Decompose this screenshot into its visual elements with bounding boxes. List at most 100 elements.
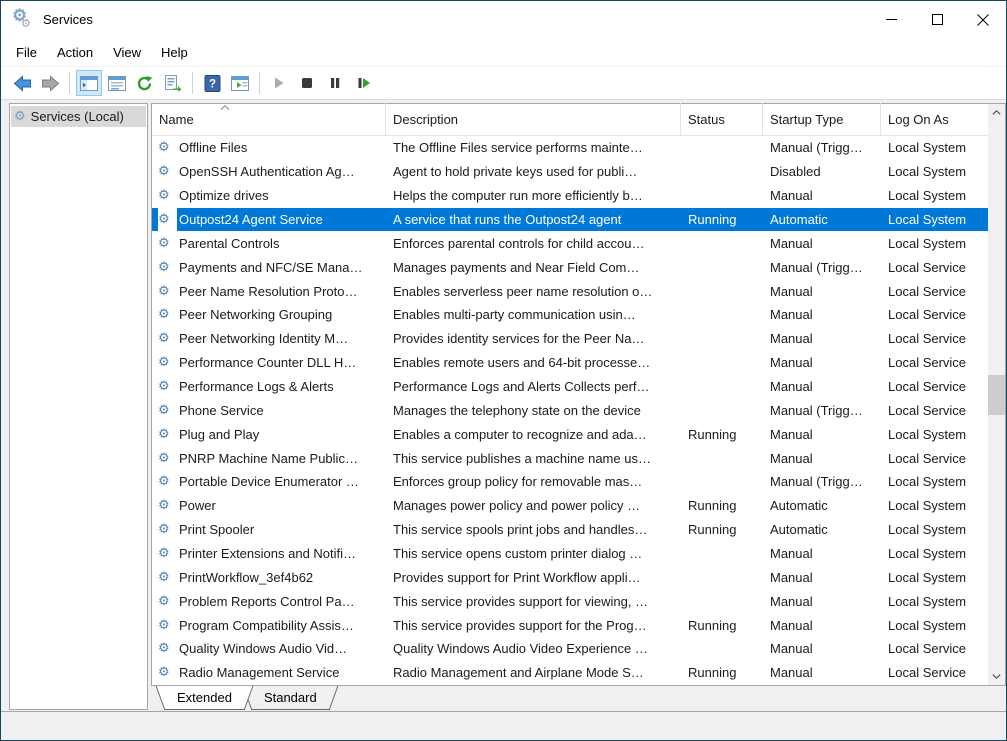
- table-row[interactable]: ⚙ Printer Extensions and Notifi… This se…: [152, 542, 988, 566]
- column-header-name[interactable]: Name: [152, 103, 386, 135]
- service-startup-type: Manual: [763, 637, 881, 661]
- stop-service-button[interactable]: [294, 70, 320, 96]
- service-log-on-as: Local Service: [881, 279, 988, 303]
- chevron-up-icon: [992, 110, 1001, 115]
- table-row[interactable]: ⚙ Peer Networking Grouping Enables multi…: [152, 303, 988, 327]
- start-service-button[interactable]: [266, 70, 292, 96]
- table-row[interactable]: ⚙ Portable Device Enumerator … Enforces …: [152, 470, 988, 494]
- minimize-button[interactable]: [868, 1, 914, 38]
- service-startup-type: Manual: [763, 184, 881, 208]
- table-row[interactable]: ⚙ Performance Counter DLL H… Enables rem…: [152, 351, 988, 375]
- table-row[interactable]: ⚙ Plug and Play Enables a computer to re…: [152, 422, 988, 446]
- table-row[interactable]: ⚙ Quality Windows Audio Vid… Quality Win…: [152, 637, 988, 661]
- table-row[interactable]: ⚙ Outpost24 Agent Service A service that…: [152, 208, 988, 232]
- service-log-on-as: Local Service: [881, 398, 988, 422]
- services-app-icon: ⚙ ⚙: [12, 9, 34, 31]
- service-description: The Offline Files service performs maint…: [386, 136, 681, 160]
- service-gear-icon: ⚙: [158, 398, 177, 422]
- scroll-down-button[interactable]: [988, 668, 1005, 685]
- table-row[interactable]: ⚙ Offline Files The Offline Files servic…: [152, 136, 988, 160]
- service-status: Running: [681, 518, 763, 542]
- service-log-on-as: Local Service: [881, 351, 988, 375]
- service-startup-type: Disabled: [763, 160, 881, 184]
- show-console-tree-button[interactable]: [76, 70, 102, 96]
- service-name: Performance Counter DLL H…: [177, 351, 386, 375]
- pause-service-button[interactable]: [322, 70, 348, 96]
- services-rows: ⚙ Offline Files The Offline Files servic…: [152, 136, 988, 685]
- tab-standard[interactable]: Standard: [252, 686, 329, 710]
- service-startup-type: Manual: [763, 279, 881, 303]
- column-header-status[interactable]: Status: [681, 103, 763, 135]
- vertical-scrollbar[interactable]: [988, 104, 1005, 685]
- forward-button[interactable]: [37, 70, 63, 96]
- service-name: Print Spooler: [177, 518, 386, 542]
- stop-icon: [300, 76, 314, 90]
- service-startup-type: Manual: [763, 231, 881, 255]
- table-row[interactable]: ⚙ Parental Controls Enforces parental co…: [152, 231, 988, 255]
- service-status: [681, 327, 763, 351]
- show-action-pane-button[interactable]: [227, 70, 253, 96]
- menu-file[interactable]: File: [6, 41, 47, 64]
- scrollbar-thumb[interactable]: [988, 375, 1005, 415]
- help-button[interactable]: ?: [199, 70, 225, 96]
- list-header: Name Description Status Startup Type Log…: [152, 104, 988, 136]
- service-gear-icon: ⚙: [158, 208, 177, 232]
- tree-item-label: Services (Local): [31, 109, 124, 124]
- action-pane-icon: [231, 76, 249, 91]
- service-log-on-as: Local Service: [881, 255, 988, 279]
- table-row[interactable]: ⚙ Peer Name Resolution Proto… Enables se…: [152, 279, 988, 303]
- table-row[interactable]: ⚙ Print Spooler This service spools prin…: [152, 518, 988, 542]
- back-button[interactable]: [9, 70, 35, 96]
- service-status: [681, 255, 763, 279]
- svg-text:?: ?: [208, 78, 215, 90]
- column-header-log-on-as[interactable]: Log On As: [881, 103, 988, 135]
- properties-button[interactable]: [104, 70, 130, 96]
- refresh-button[interactable]: [132, 70, 158, 96]
- tree-item-services-local[interactable]: ⚙ Services (Local): [11, 106, 146, 127]
- menu-help[interactable]: Help: [151, 41, 198, 64]
- service-gear-icon: ⚙: [158, 589, 177, 613]
- column-header-description[interactable]: Description: [386, 103, 681, 135]
- service-description: Enforces group policy for removable mas…: [386, 470, 681, 494]
- table-row[interactable]: ⚙ Payments and NFC/SE Mana… Manages paym…: [152, 255, 988, 279]
- export-list-button[interactable]: [160, 70, 186, 96]
- menu-view[interactable]: View: [103, 41, 151, 64]
- close-button[interactable]: [960, 1, 1006, 38]
- table-row[interactable]: ⚙ Optimize drives Helps the computer run…: [152, 184, 988, 208]
- table-row[interactable]: ⚙ Program Compatibility Assis… This serv…: [152, 613, 988, 637]
- service-status: [681, 231, 763, 255]
- table-row[interactable]: ⚙ PrintWorkflow_3ef4b62 Provides support…: [152, 565, 988, 589]
- service-gear-icon: ⚙: [158, 375, 177, 399]
- table-row[interactable]: ⚙ Performance Logs & Alerts Performance …: [152, 375, 988, 399]
- column-header-startup-type[interactable]: Startup Type: [763, 103, 881, 135]
- restart-service-button[interactable]: [350, 70, 376, 96]
- table-row[interactable]: ⚙ Power Manages power policy and power p…: [152, 494, 988, 518]
- service-status: [681, 637, 763, 661]
- table-row[interactable]: ⚙ OpenSSH Authentication Ag… Agent to ho…: [152, 160, 988, 184]
- service-startup-type: Manual: [763, 542, 881, 566]
- service-gear-icon: ⚙: [158, 184, 177, 208]
- menu-action[interactable]: Action: [47, 41, 103, 64]
- service-name: Phone Service: [177, 398, 386, 422]
- scroll-up-button[interactable]: [988, 104, 1005, 121]
- service-description: Provides support for Print Workflow appl…: [386, 565, 681, 589]
- cell-name: ⚙ OpenSSH Authentication Ag…: [152, 160, 386, 184]
- service-description: Manages the telephony state on the devic…: [386, 398, 681, 422]
- maximize-button[interactable]: [914, 1, 960, 38]
- table-row[interactable]: ⚙ Problem Reports Control Pa… This servi…: [152, 589, 988, 613]
- table-row[interactable]: ⚙ Phone Service Manages the telephony st…: [152, 398, 988, 422]
- service-gear-icon: ⚙: [158, 565, 177, 589]
- toolbar: ?: [1, 67, 1006, 100]
- table-row[interactable]: ⚙ Peer Networking Identity M… Provides i…: [152, 327, 988, 351]
- title-bar: ⚙ ⚙ Services: [1, 1, 1006, 38]
- service-name: Power: [177, 494, 386, 518]
- window-controls: [868, 1, 1006, 38]
- cell-name: ⚙ Performance Counter DLL H…: [152, 351, 386, 375]
- table-row[interactable]: ⚙ PNRP Machine Name Public… This service…: [152, 446, 988, 470]
- service-name: Problem Reports Control Pa…: [177, 589, 386, 613]
- table-row[interactable]: ⚙ Radio Management Service Radio Managem…: [152, 661, 988, 685]
- service-startup-type: Manual (Trigg…: [763, 255, 881, 279]
- minimize-icon: [886, 14, 897, 25]
- tab-extended[interactable]: Extended: [165, 686, 244, 710]
- close-icon: [977, 14, 989, 26]
